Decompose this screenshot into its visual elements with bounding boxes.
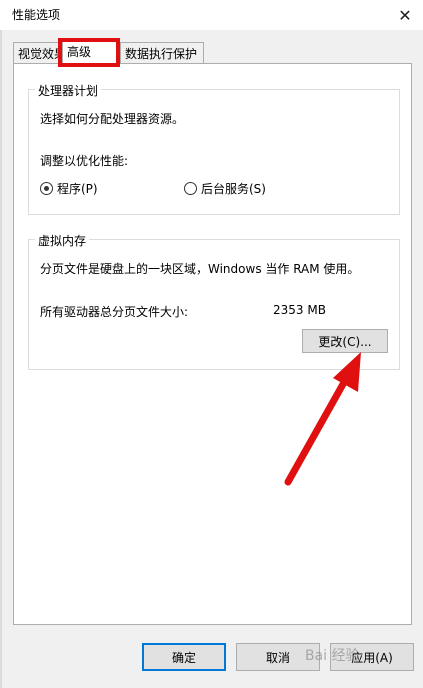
virtual-memory-group-title: 虚拟内存 <box>35 232 90 249</box>
tab-data-execution-prevention[interactable]: 数据执行保护 <box>120 42 204 63</box>
tab-highlight-box <box>58 38 120 67</box>
processor-description: 选择如何分配处理器资源。 <box>40 112 185 126</box>
radio-background-label: 后台服务(S) <box>201 182 266 196</box>
radio-background-services[interactable]: 后台服务(S) <box>184 180 266 197</box>
radio-programs-indicator <box>40 182 53 195</box>
change-paging-button[interactable]: 更改(C)... <box>302 329 388 353</box>
radio-programs[interactable]: 程序(P) <box>40 180 98 197</box>
radio-programs-label: 程序(P) <box>57 182 98 196</box>
tab-panel-advanced: 处理器计划 选择如何分配处理器资源。 调整以优化性能: 程序(P) 后台服务(S… <box>13 63 412 625</box>
window-title: 性能选项 <box>12 8 61 22</box>
processor-group-title: 处理器计划 <box>35 82 102 99</box>
optimize-label: 调整以优化性能: <box>40 154 129 168</box>
window-edge <box>0 30 2 688</box>
close-icon[interactable]: ✕ <box>387 0 423 30</box>
paging-total-label: 所有驱动器总分页文件大小: <box>40 305 189 319</box>
title-bar: 性能选项 ✕ <box>0 0 423 30</box>
ok-button[interactable]: 确定 <box>142 643 226 671</box>
radio-background-indicator <box>184 182 197 195</box>
processor-scheduling-group: 处理器计划 选择如何分配处理器资源。 调整以优化性能: 程序(P) 后台服务(S… <box>28 82 400 215</box>
performance-options-dialog: 性能选项 ✕ 视觉效果 高级 数据执行保护 处理器计划 选择如何分配处理器资源。… <box>0 0 423 688</box>
paging-total-value: 2353 MB <box>273 303 326 317</box>
watermark-logo: Bai 经验 <box>305 648 360 664</box>
virtual-memory-description: 分页文件是硬盘上的一块区域，Windows 当作 RAM 使用。 <box>40 262 360 276</box>
